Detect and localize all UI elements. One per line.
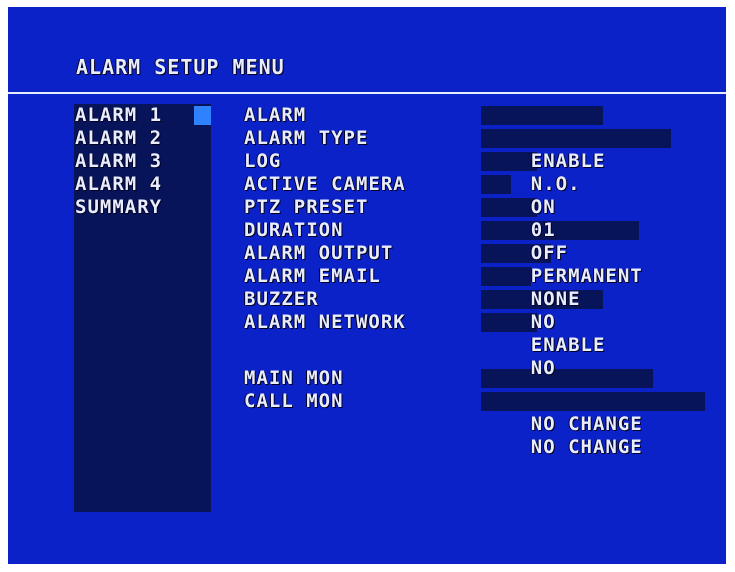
sidebar-item-alarm-4[interactable]: ALARM 4	[74, 173, 162, 196]
alarm-type-label: ALARM TYPE	[244, 127, 369, 149]
buzzer-value-text: ENABLE	[530, 334, 606, 356]
active-camera-value-field	[481, 175, 511, 194]
alarm-email-value-text: NO	[530, 311, 556, 333]
call-mon-value[interactable]: NO CHANGE	[481, 390, 705, 458]
duration-value-text: PERMANENT	[530, 265, 643, 287]
buzzer-label: BUZZER	[244, 288, 319, 310]
log-value-field	[481, 152, 537, 171]
main-mon-label: MAIN MON	[244, 367, 344, 389]
alarm-type-value-field	[481, 129, 671, 148]
alarm-output-label: ALARM OUTPUT	[244, 242, 394, 264]
sidebar-item-alarm-1[interactable]: ALARM 1	[74, 104, 212, 127]
log-label: LOG	[244, 150, 282, 172]
call-mon-value-text: NO CHANGE	[530, 436, 643, 458]
title-divider	[8, 92, 726, 94]
alarm-network-label: ALARM NETWORK	[244, 311, 406, 333]
alarm-network-value-field	[481, 313, 537, 332]
alarm-value-text: ENABLE	[530, 150, 606, 172]
menu-title: ALARM SETUP MENU	[76, 55, 285, 79]
call-mon-value-field	[481, 392, 705, 411]
alarm-type-value-text: N.O.	[530, 173, 581, 195]
alarm-sidebar: ALARM 1 ALARM 2 ALARM 3 ALARM 4 SUMMARY	[74, 104, 212, 512]
alarm-output-value-text: NONE	[530, 288, 581, 310]
sidebar-item-alarm-3[interactable]: ALARM 3	[74, 150, 162, 173]
duration-value[interactable]: PERMANENT	[481, 219, 643, 287]
sidebar-item-summary[interactable]: SUMMARY	[74, 196, 162, 219]
ptz-preset-value-field	[481, 198, 537, 217]
alarm-email-value-field	[481, 267, 531, 286]
active-camera-label: ACTIVE CAMERA	[244, 173, 406, 195]
ptz-preset-value-text: OFF	[530, 242, 569, 264]
alarm-type-value[interactable]: N.O.	[481, 127, 671, 195]
alarm-network-value-text: NO	[530, 357, 556, 379]
active-camera-value-text: 01	[530, 219, 556, 241]
main-mon-value[interactable]: NO CHANGE	[481, 367, 653, 435]
call-mon-label: CALL MON	[244, 390, 344, 412]
alarm-email-label: ALARM EMAIL	[244, 265, 381, 287]
main-mon-value-text: NO CHANGE	[530, 413, 643, 435]
ptz-preset-label: PTZ PRESET	[244, 196, 369, 218]
alarm-value[interactable]: ENABLE	[481, 104, 605, 172]
duration-label: DURATION	[244, 219, 344, 241]
alarm-setup-screen: ALARM SETUP MENU ALARM 1 ALARM 2 ALARM 3…	[8, 7, 726, 564]
log-value-text: ON	[530, 196, 556, 218]
sidebar-item-alarm-2[interactable]: ALARM 2	[74, 127, 162, 150]
main-mon-value-field	[481, 369, 653, 388]
alarm-label: ALARM	[244, 104, 307, 126]
duration-value-field	[481, 221, 639, 240]
alarm-value-field	[481, 106, 603, 125]
